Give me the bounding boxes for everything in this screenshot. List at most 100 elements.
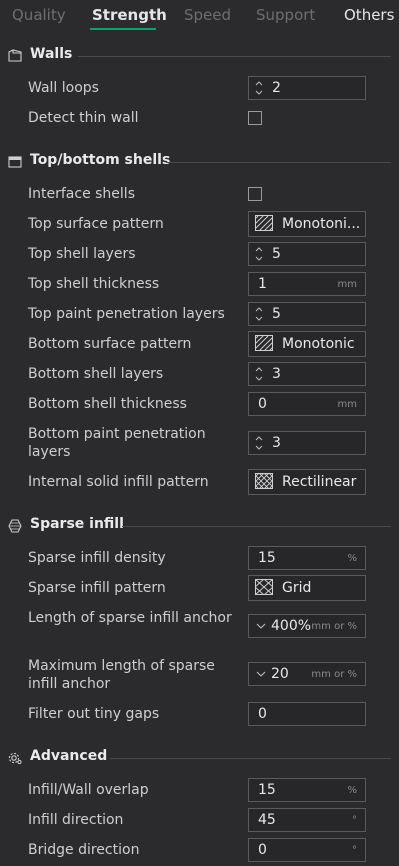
section-sparse-infill: Sparse infill bbox=[0, 513, 399, 539]
spinner-arrows-icon[interactable] bbox=[254, 245, 264, 263]
section-title: Top/bottom shells bbox=[30, 152, 171, 168]
bottom-shell-layers-label: Bottom shell layers bbox=[28, 366, 164, 382]
interface-shells-label: Interface shells bbox=[28, 186, 135, 202]
bottom-paint-penetration-layers-value: 3 bbox=[272, 435, 281, 451]
top-shell-thickness-value: 1 bbox=[258, 276, 267, 292]
top-paint-penetration-layers-input[interactable]: 5 bbox=[248, 302, 366, 326]
rectilinear-pattern-icon bbox=[255, 473, 273, 489]
top-shell-layers-value: 5 bbox=[272, 246, 281, 262]
top-surface-pattern-label: Top surface pattern bbox=[28, 216, 164, 232]
section-top-bottom-shells: Top/bottom shells bbox=[0, 149, 399, 175]
sparse-infill-icon bbox=[8, 519, 22, 533]
sparse-infill-density-input[interactable]: 15 % bbox=[248, 546, 366, 570]
top-paint-penetration-layers-label: Top paint penetration layers bbox=[28, 306, 225, 322]
bottom-paint-penetration-layers-input[interactable]: 3 bbox=[248, 431, 366, 455]
top-shell-thickness-label: Top shell thickness bbox=[28, 276, 160, 292]
section-title: Walls bbox=[30, 46, 73, 62]
detect-thin-wall-checkbox[interactable] bbox=[248, 111, 262, 125]
top-shell-thickness-input[interactable]: 1 mm bbox=[248, 272, 366, 296]
section-advanced: Advanced bbox=[0, 745, 399, 771]
active-tab-indicator bbox=[90, 28, 156, 30]
tab-bar: Quality Strength Speed Support Others bbox=[0, 0, 399, 34]
monotonic-pattern-icon bbox=[255, 335, 273, 351]
sparse-infill-density-value: 15 bbox=[258, 550, 276, 566]
tab-quality[interactable]: Quality bbox=[12, 6, 66, 24]
bridge-direction-label: Bridge direction bbox=[28, 842, 140, 858]
walls-icon bbox=[8, 49, 22, 62]
wall-loops-label: Wall loops bbox=[28, 80, 99, 96]
top-shell-layers-label: Top shell layers bbox=[28, 246, 136, 262]
infill-wall-overlap-input[interactable]: 15 % bbox=[248, 778, 366, 802]
unit-label: ° bbox=[352, 845, 357, 856]
chevron-down-icon[interactable] bbox=[256, 668, 266, 680]
divider bbox=[166, 162, 391, 163]
unit-label: % bbox=[347, 553, 357, 564]
gear-icon bbox=[8, 752, 22, 765]
sparse-infill-anchor-value: 400% bbox=[271, 618, 312, 634]
unit-label: ° bbox=[352, 815, 357, 826]
bottom-surface-pattern-select[interactable]: Monotonic bbox=[248, 331, 366, 357]
spinner-arrows-icon[interactable] bbox=[254, 365, 264, 383]
sparse-infill-pattern-select[interactable]: Grid bbox=[248, 575, 366, 601]
sparse-infill-anchor-label: Length of sparse infill anchor bbox=[28, 610, 232, 626]
unit-label: mm bbox=[337, 279, 357, 290]
tab-strength[interactable]: Strength bbox=[92, 6, 167, 24]
section-walls: Walls bbox=[0, 43, 399, 69]
tab-others[interactable]: Others bbox=[344, 6, 394, 24]
infill-wall-overlap-value: 15 bbox=[258, 782, 276, 798]
infill-wall-overlap-label: Infill/Wall overlap bbox=[28, 782, 149, 798]
sparse-infill-anchor-max-value: 20 bbox=[271, 666, 289, 682]
shells-icon bbox=[8, 156, 22, 168]
tab-speed[interactable]: Speed bbox=[184, 6, 231, 24]
bottom-shell-thickness-input[interactable]: 0 mm bbox=[248, 392, 366, 416]
tab-support[interactable]: Support bbox=[256, 6, 315, 24]
wall-loops-value: 2 bbox=[272, 80, 281, 96]
internal-solid-infill-pattern-label: Internal solid infill pattern bbox=[28, 474, 209, 490]
bridge-direction-input[interactable]: 0 ° bbox=[248, 838, 366, 862]
bottom-shell-thickness-label: Bottom shell thickness bbox=[28, 396, 187, 412]
sparse-infill-anchor-max-label: Maximum length of sparse infill anchor bbox=[28, 658, 215, 692]
top-surface-pattern-select[interactable]: Monotoni... bbox=[248, 211, 366, 237]
sparse-infill-pattern-value: Grid bbox=[282, 580, 312, 596]
spinner-arrows-icon[interactable] bbox=[254, 305, 264, 323]
bottom-surface-pattern-value: Monotonic bbox=[282, 336, 355, 352]
section-title: Sparse infill bbox=[30, 516, 124, 532]
unit-label: mm or % bbox=[311, 621, 357, 632]
unit-label: mm or % bbox=[311, 669, 357, 680]
top-surface-pattern-value: Monotoni... bbox=[282, 216, 361, 232]
divider bbox=[122, 526, 391, 527]
spinner-arrows-icon[interactable] bbox=[254, 434, 264, 452]
bottom-surface-pattern-label: Bottom surface pattern bbox=[28, 336, 192, 352]
top-paint-penetration-layers-value: 5 bbox=[272, 306, 281, 322]
sparse-infill-anchor-input[interactable]: 400% mm or % bbox=[248, 614, 366, 638]
interface-shells-checkbox[interactable] bbox=[248, 187, 262, 201]
unit-label: mm bbox=[337, 399, 357, 410]
internal-solid-infill-pattern-value: Rectilinear bbox=[282, 474, 357, 490]
detect-thin-wall-label: Detect thin wall bbox=[28, 110, 139, 126]
sparse-infill-pattern-label: Sparse infill pattern bbox=[28, 580, 166, 596]
infill-direction-label: Infill direction bbox=[28, 812, 124, 828]
bottom-shell-layers-input[interactable]: 3 bbox=[248, 362, 366, 386]
wall-loops-input[interactable]: 2 bbox=[248, 76, 366, 100]
divider bbox=[110, 758, 391, 759]
bottom-paint-penetration-layers-label: Bottom paint penetration layers bbox=[28, 426, 206, 460]
infill-direction-input[interactable]: 45 ° bbox=[248, 808, 366, 832]
internal-solid-infill-pattern-select[interactable]: Rectilinear bbox=[248, 469, 366, 495]
filter-tiny-gaps-label: Filter out tiny gaps bbox=[28, 706, 160, 722]
sparse-infill-anchor-max-input[interactable]: 20 mm or % bbox=[248, 662, 366, 686]
divider bbox=[78, 56, 391, 57]
unit-label: % bbox=[347, 785, 357, 796]
filter-tiny-gaps-value: 0 bbox=[258, 706, 267, 722]
bottom-shell-layers-value: 3 bbox=[272, 366, 281, 382]
chevron-down-icon[interactable] bbox=[256, 620, 266, 632]
bottom-shell-thickness-value: 0 bbox=[258, 396, 267, 412]
filter-tiny-gaps-input[interactable]: 0 bbox=[248, 702, 366, 726]
monotonic-pattern-icon bbox=[255, 215, 273, 231]
bridge-direction-value: 0 bbox=[258, 842, 267, 858]
infill-direction-value: 45 bbox=[258, 812, 276, 828]
spinner-arrows-icon[interactable] bbox=[254, 79, 264, 97]
sparse-infill-density-label: Sparse infill density bbox=[28, 550, 166, 566]
grid-pattern-icon bbox=[255, 579, 273, 595]
top-shell-layers-input[interactable]: 5 bbox=[248, 242, 366, 266]
section-title: Advanced bbox=[30, 748, 108, 764]
